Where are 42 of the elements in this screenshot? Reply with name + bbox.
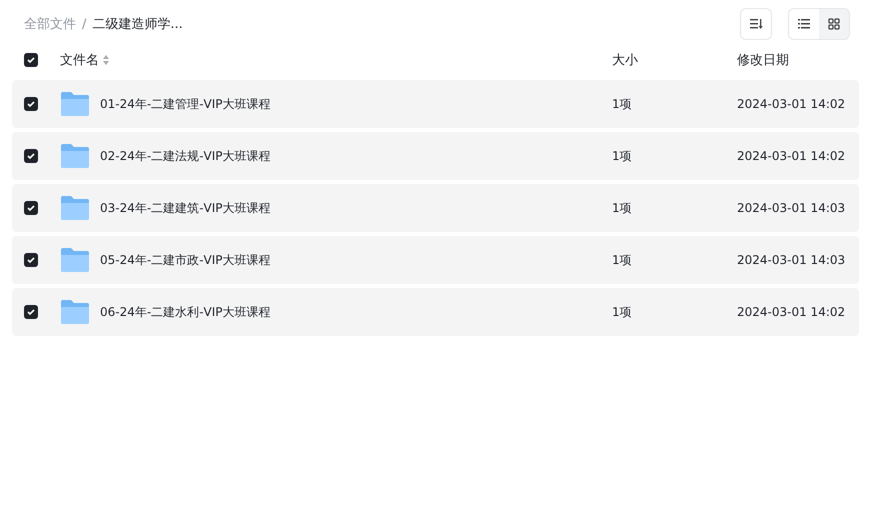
file-name[interactable]: 06-24年-二建水利-VIP大班课程 xyxy=(100,304,612,320)
row-checkbox[interactable] xyxy=(24,305,38,319)
view-toggle-button[interactable] xyxy=(789,9,819,39)
date-cell-text: 2024-03-01 14:02 xyxy=(737,149,846,163)
folder-icon xyxy=(60,91,90,117)
select-all-checkbox[interactable] xyxy=(24,53,38,67)
breadcrumb-item[interactable]: 二级建造师学... xyxy=(92,15,183,33)
folder-icon xyxy=(60,299,90,325)
breadcrumb-separator: / xyxy=(82,16,86,32)
check-icon xyxy=(27,256,35,264)
size-cell-text: 1项 xyxy=(612,304,633,320)
check-icon xyxy=(27,308,35,316)
sort-icon xyxy=(750,19,762,29)
grid-icon xyxy=(828,18,840,30)
row-checkbox[interactable] xyxy=(24,149,38,163)
size-cell-text: 1项 xyxy=(612,252,633,268)
sort-button[interactable] xyxy=(740,8,772,40)
size-cell-text: 1项 xyxy=(612,148,633,164)
column-header[interactable]: 文件名 xyxy=(60,51,99,69)
check-icon xyxy=(27,152,35,160)
date-cell-text: 2024-03-01 14:03 xyxy=(737,201,846,215)
column-header[interactable]: 大小 xyxy=(612,51,638,69)
row-checkbox[interactable] xyxy=(24,97,38,111)
row-checkbox[interactable] xyxy=(24,253,38,267)
check-icon xyxy=(27,56,35,64)
check-icon xyxy=(27,100,35,108)
date-cell-text: 2024-03-01 14:02 xyxy=(737,97,846,111)
row-checkbox[interactable] xyxy=(24,201,38,215)
date-cell-text: 2024-03-01 14:02 xyxy=(737,305,846,319)
file-name[interactable]: 03-24年-二建建筑-VIP大班课程 xyxy=(100,200,612,216)
file-name[interactable]: 01-24年-二建管理-VIP大班课程 xyxy=(100,96,612,112)
file-name[interactable]: 05-24年-二建市政-VIP大班课程 xyxy=(100,252,612,268)
folder-icon xyxy=(60,143,90,169)
folder-icon xyxy=(60,195,90,221)
check-icon xyxy=(27,204,35,212)
size-cell-text: 1项 xyxy=(612,200,633,216)
list-icon xyxy=(798,19,810,29)
file-name[interactable]: 02-24年-二建法规-VIP大班课程 xyxy=(100,148,612,164)
folder-icon xyxy=(60,247,90,273)
size-cell-text: 1项 xyxy=(612,96,633,112)
date-cell-text: 2024-03-01 14:03 xyxy=(737,253,846,267)
column-header[interactable]: 修改日期 xyxy=(737,51,789,69)
